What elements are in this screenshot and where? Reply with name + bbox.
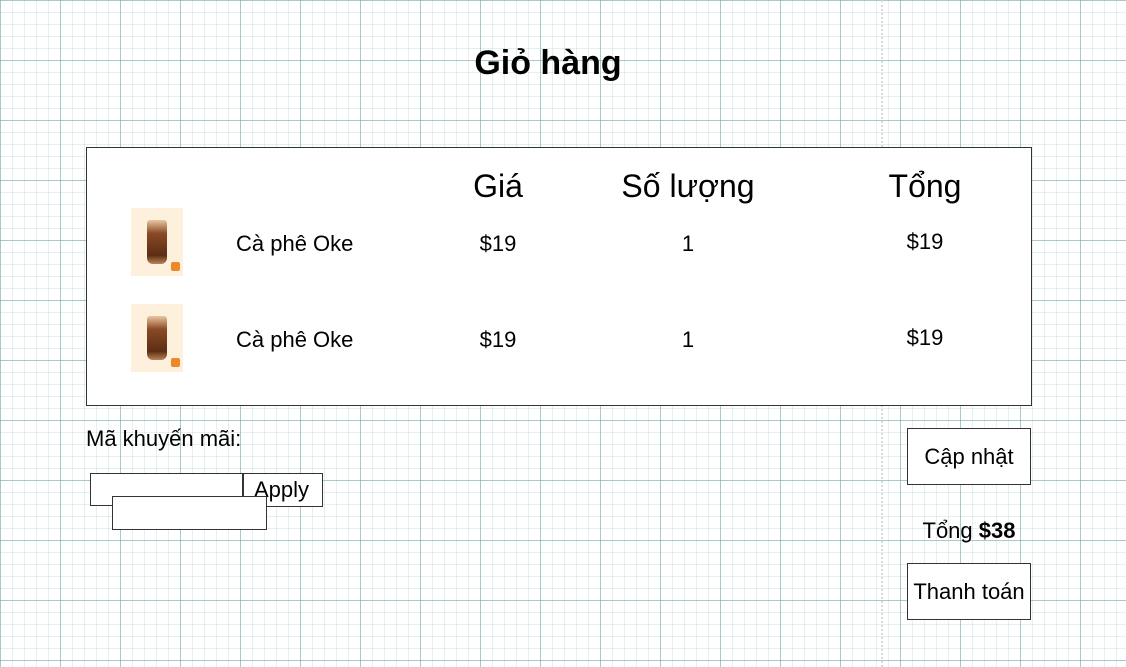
thumbs-up-icon — [171, 358, 180, 367]
coffee-glass-shape — [147, 220, 167, 264]
page-title: Giỏ hàng — [474, 44, 622, 82]
thumbs-up-icon — [171, 262, 180, 271]
product-price: $19 — [479, 231, 517, 256]
product-price: $19 — [479, 327, 517, 352]
cart-row: Cà phê Oke $19 1 $19 — [87, 304, 1031, 372]
header-price: Giá — [473, 168, 523, 204]
iced-coffee-icon — [131, 304, 183, 372]
checkout-button[interactable]: Thanh toán — [907, 563, 1031, 620]
cart-table: Giá Số lượng Tổng Cà phê Oke $19 1 $19 C… — [86, 147, 1032, 406]
product-name: Cà phê Oke — [236, 327, 354, 352]
coffee-glass-shape — [147, 316, 167, 360]
cart-total: Tổng $38 — [907, 518, 1031, 544]
product-name: Cà phê Oke — [236, 231, 354, 256]
product-quantity[interactable]: 1 — [588, 327, 788, 353]
promo-code-label: Mã khuyến mãi: — [86, 426, 242, 451]
cart-total-value: $38 — [978, 518, 1016, 543]
cart-row: Cà phê Oke $19 1 $19 — [87, 208, 1031, 276]
product-total: $19 — [906, 229, 944, 254]
product-total: $19 — [906, 325, 944, 350]
product-quantity[interactable]: 1 — [588, 231, 788, 257]
header-total: Tổng — [888, 168, 962, 204]
promo-code-input-secondary[interactable] — [112, 496, 267, 530]
update-cart-button[interactable]: Cập nhật — [907, 428, 1031, 485]
header-quantity: Số lượng — [621, 168, 755, 204]
cart-total-label: Tổng — [922, 518, 973, 543]
iced-coffee-icon — [131, 208, 183, 276]
